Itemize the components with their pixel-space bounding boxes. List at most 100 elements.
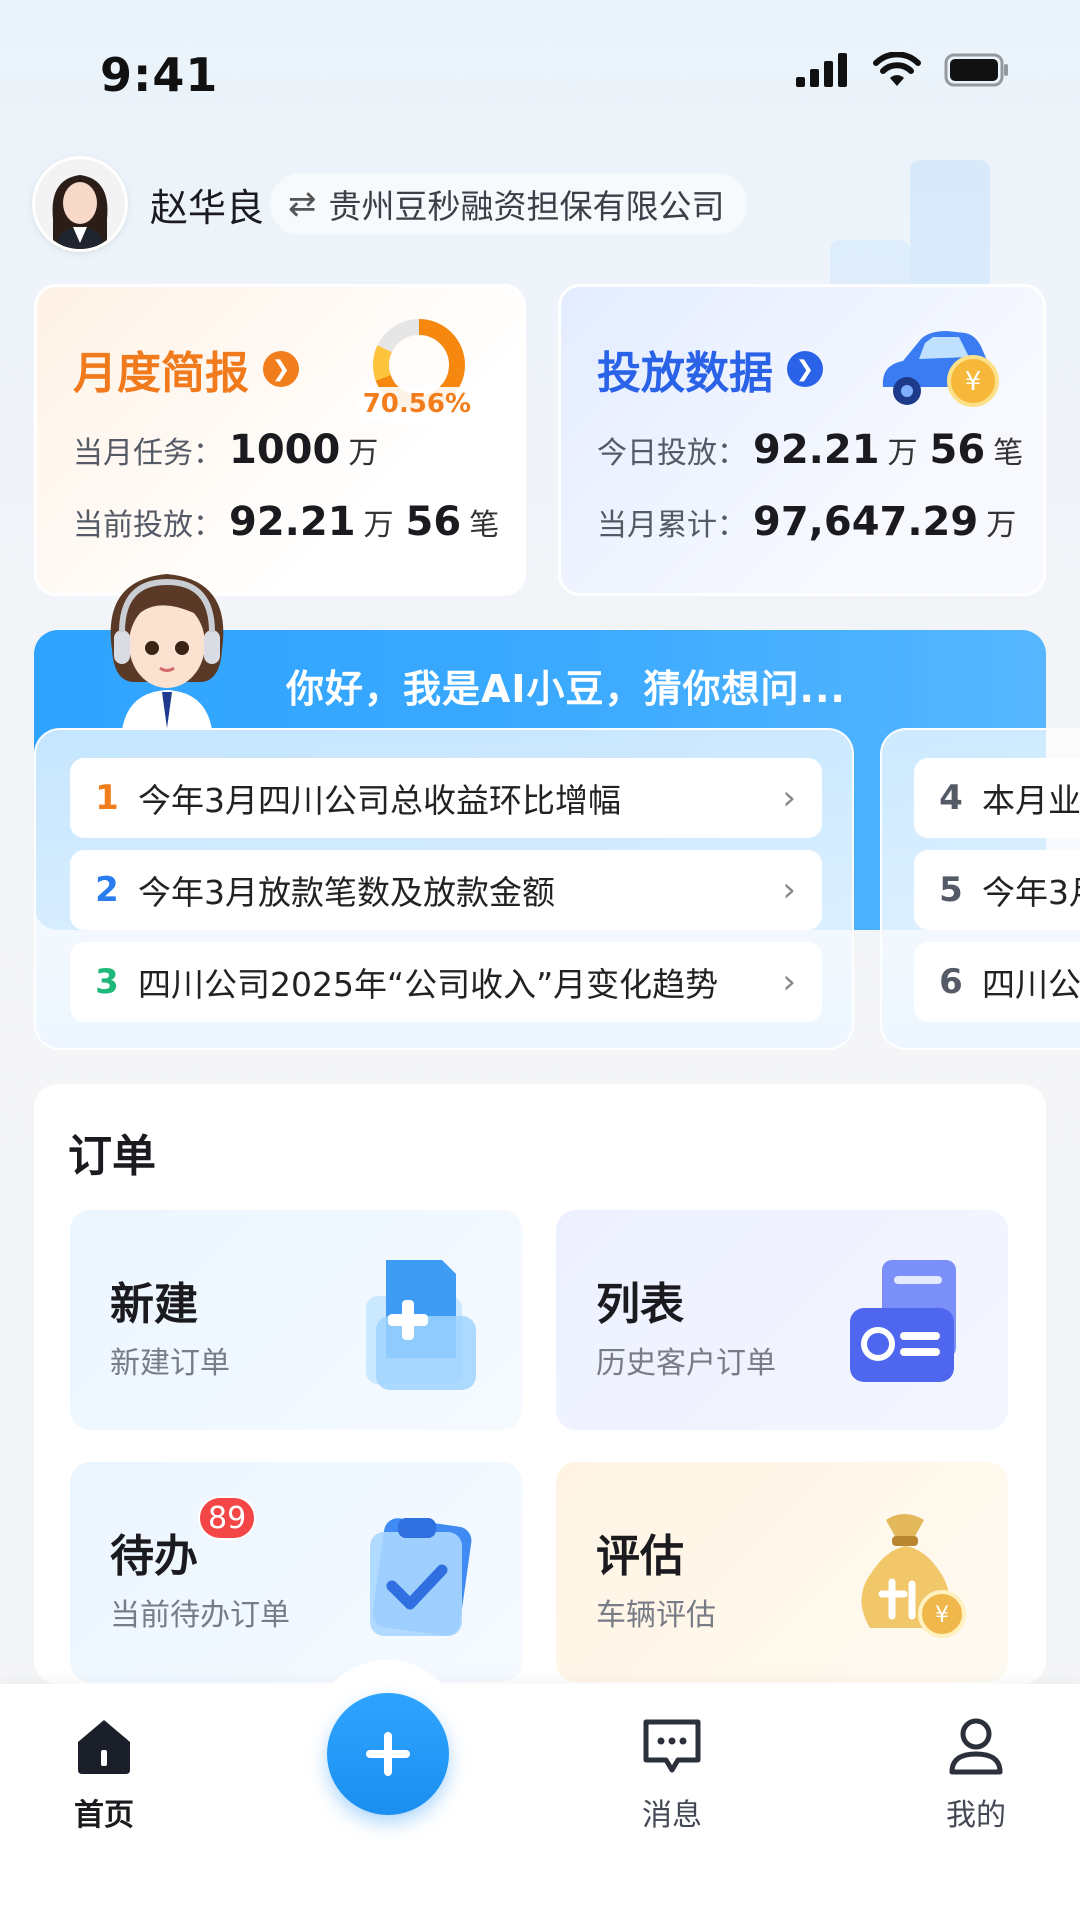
signal-icon [796, 53, 847, 87]
clipboard-check-icon [370, 1518, 472, 1636]
tab-home[interactable]: 首页 [34, 1714, 174, 1834]
question-item[interactable]: 6 四川公 [914, 942, 1080, 1022]
month-label: 当月累计： [597, 508, 747, 543]
car-coin-icon: ¥ [882, 331, 999, 407]
chevron-right-icon: ❯ [263, 351, 299, 387]
question-item[interactable]: 2 今年3月放款笔数及放款金额 › [70, 850, 822, 930]
add-button[interactable] [327, 1693, 449, 1815]
loan-data-title: 投放数据 [597, 348, 773, 399]
today-count: 56 [929, 427, 986, 473]
chevron-right-icon: › [782, 962, 796, 1002]
question-number: 3 [95, 962, 119, 1002]
plus-icon [366, 1732, 410, 1776]
question-text: 四川公 [982, 965, 1080, 1004]
today-count-unit: 笔 [993, 436, 1024, 471]
swap-icon: ⇄ [288, 184, 317, 224]
tile-title: 评估 [596, 1531, 684, 1582]
current-label: 当前投放： [73, 508, 223, 543]
home-icon [78, 1720, 130, 1774]
question-text: 本月业务 [982, 781, 1080, 820]
svg-text:¥: ¥ [935, 1603, 949, 1628]
ai-assistant-avatar-icon [110, 574, 224, 730]
vehicle-eval-tile[interactable]: 评估 车辆评估 ¥ [556, 1462, 1008, 1682]
status-icons [796, 52, 1010, 88]
company-name: 贵州豆秒融资担保有限公司 [328, 187, 725, 226]
message-icon [643, 1719, 701, 1773]
question-text: 今年3月四川公司总收益环比增幅 [138, 781, 621, 820]
monthly-task-row: 当月任务： 1000 万 [73, 427, 384, 473]
company-switcher[interactable]: ⇄ 贵州豆秒融资担保有限公司 [270, 173, 747, 235]
progress-percent: 70.56% [356, 387, 477, 421]
question-panel-next[interactable]: 4 本月业务 5 今年3月 6 四川公 [880, 728, 1080, 1050]
chevron-right-icon: ❯ [787, 351, 823, 387]
tile-subtitle: 新建订单 [110, 1346, 230, 1381]
current-amount: 92.21 [229, 499, 356, 545]
question-number: 1 [95, 778, 119, 818]
question-item[interactable]: 4 本月业务 [914, 758, 1080, 838]
loan-today-row: 今日投放： 92.21 万 56 笔 [597, 427, 1029, 473]
user-icon [949, 1718, 1003, 1775]
task-label: 当月任务： [73, 436, 223, 471]
tab-label: 我的 [946, 1798, 1006, 1833]
money-bag-icon: ¥ [861, 1514, 966, 1638]
question-text: 四川公司2025年“公司收入”月变化趋势 [138, 965, 719, 1004]
svg-text:¥: ¥ [965, 367, 982, 397]
bottom-tab-bar: 首页 消息 我的 [0, 1684, 1080, 1920]
profile-header: 赵华良 ⇄ 贵州豆秒融资担保有限公司 [32, 156, 747, 252]
ai-greeting: 你好，我是AI小豆，猜你想问... [286, 667, 846, 711]
orders-title: 订单 [68, 1131, 156, 1182]
wifi-icon [873, 52, 921, 86]
user-name: 赵华良 [150, 185, 265, 230]
current-count-unit: 笔 [469, 508, 500, 543]
question-text: 今年3月放款笔数及放款金额 [138, 873, 555, 912]
avatar-portrait-icon [35, 159, 125, 249]
monthly-report-card[interactable]: 月度简报 ❯ 70.56% 当月任务： 1000 万 当前投放： 92.21 万… [34, 284, 526, 596]
tab-messages[interactable]: 消息 [602, 1714, 742, 1834]
question-number: 5 [939, 870, 963, 910]
order-list-icon [850, 1260, 956, 1382]
orders-section: 订单 新建 新建订单 列表 历史客户订单 待办 89 当前待办订单 评估 车辆评… [34, 1084, 1046, 1684]
current-amount-unit: 万 [363, 508, 394, 543]
month-amount-unit: 万 [986, 508, 1017, 543]
monthly-report-header[interactable]: 月度简报 ❯ [73, 337, 299, 401]
todo-count-badge: 89 [198, 1496, 257, 1540]
chevron-right-icon: › [782, 870, 796, 910]
avatar[interactable] [32, 156, 128, 252]
question-number: 6 [939, 962, 963, 1002]
question-number: 2 [95, 870, 119, 910]
loan-data-header[interactable]: 投放数据 ❯ [597, 337, 823, 401]
month-amount: 97,647.29 [753, 499, 979, 545]
tab-label: 消息 [642, 1798, 702, 1833]
tile-title: 待办 [110, 1531, 198, 1582]
today-label: 今日投放： [597, 436, 747, 471]
new-order-tile[interactable]: 新建 新建订单 [70, 1210, 522, 1430]
tile-subtitle: 当前待办订单 [110, 1598, 290, 1633]
question-panel: 1 今年3月四川公司总收益环比增幅 › 2 今年3月放款笔数及放款金额 › 3 … [34, 728, 854, 1050]
status-time: 9:41 [100, 48, 219, 102]
question-item[interactable]: 5 今年3月 [914, 850, 1080, 930]
battery-icon [944, 53, 1008, 87]
loan-data-card[interactable]: 投放数据 ❯ ¥ 今日投放： 92.21 万 56 笔 当月累计： 97,647… [558, 284, 1046, 596]
today-amount-unit: 万 [887, 436, 918, 471]
order-list-tile[interactable]: 列表 历史客户订单 [556, 1210, 1008, 1430]
chevron-right-icon: › [782, 778, 796, 818]
monthly-current-row: 当前投放： 92.21 万 56 笔 [73, 499, 505, 545]
current-count: 56 [405, 499, 462, 545]
tile-subtitle: 车辆评估 [596, 1598, 716, 1633]
monthly-report-title: 月度简报 [73, 348, 249, 399]
tile-subtitle: 历史客户订单 [596, 1346, 776, 1381]
todo-tile[interactable]: 待办 89 当前待办订单 [70, 1462, 522, 1682]
question-item[interactable]: 1 今年3月四川公司总收益环比增幅 › [70, 758, 822, 838]
question-item[interactable]: 3 四川公司2025年“公司收入”月变化趋势 › [70, 942, 822, 1022]
status-bar: 9:41 [0, 0, 1080, 150]
new-order-icon [366, 1260, 476, 1390]
question-text: 今年3月 [982, 873, 1080, 912]
task-unit: 万 [348, 436, 379, 471]
task-value: 1000 [229, 427, 341, 473]
tab-profile[interactable]: 我的 [906, 1714, 1046, 1834]
tile-title: 列表 [596, 1279, 684, 1330]
tile-title: 新建 [110, 1279, 198, 1330]
tab-label: 首页 [74, 1798, 134, 1833]
loan-month-row: 当月累计： 97,647.29 万 [597, 499, 1022, 545]
question-number: 4 [939, 778, 963, 818]
